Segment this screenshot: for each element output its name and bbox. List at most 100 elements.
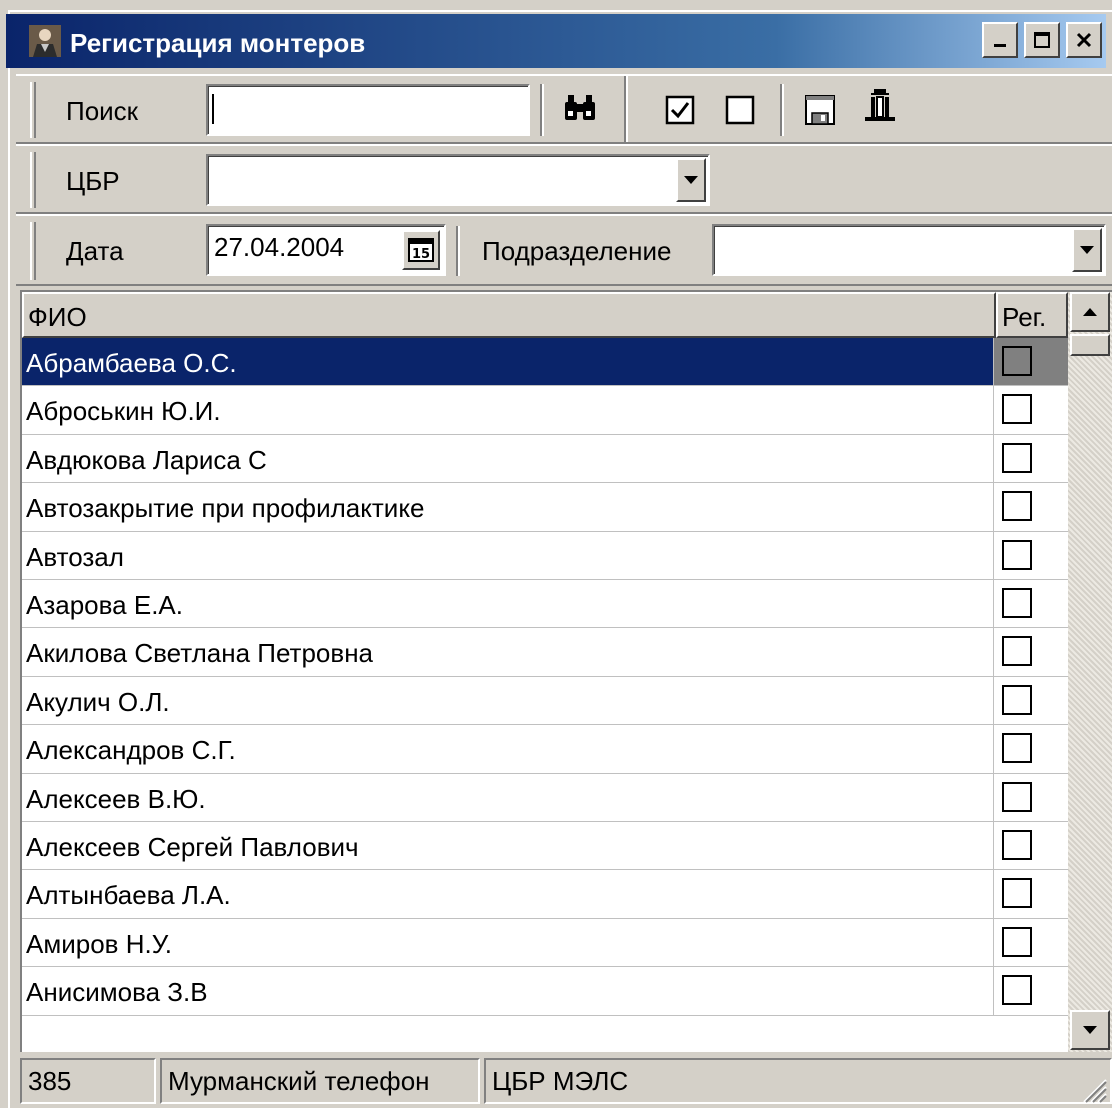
table-row[interactable]: Аброськин Ю.И.: [22, 386, 1068, 435]
reg-checkbox[interactable]: [1002, 442, 1032, 473]
fio-text: Авдюкова Лариса С: [26, 444, 267, 475]
scroll-up-button[interactable]: [1070, 292, 1110, 332]
reg-cell[interactable]: [994, 435, 1068, 484]
reg-cell[interactable]: [994, 338, 1068, 387]
monters-grid[interactable]: ФИО Рег. Абрамбаева О.С. Аброськин Ю.И. Ав…: [20, 290, 1112, 1052]
fio-cell[interactable]: Аброськин Ю.И.: [22, 386, 994, 435]
reg-checkbox[interactable]: [1002, 975, 1032, 1006]
cbr-label: ЦБР: [66, 166, 120, 196]
table-row[interactable]: Абрамбаева О.С.: [22, 338, 1068, 387]
fio-cell[interactable]: Александров С.Г.: [22, 725, 994, 774]
fio-text: Амиров Н.У.: [26, 928, 172, 959]
fio-cell[interactable]: Автозал: [22, 531, 994, 580]
chevron-up-icon: [1083, 308, 1097, 316]
subdivision-select[interactable]: [712, 224, 1106, 276]
column-header-fio[interactable]: ФИО: [22, 292, 996, 338]
save-icon[interactable]: [800, 90, 840, 130]
reg-cell[interactable]: [994, 967, 1068, 1016]
maximize-button[interactable]: [1024, 22, 1060, 58]
reg-checkbox[interactable]: [1002, 781, 1032, 812]
fio-cell[interactable]: Алтынбаева Л.А.: [22, 870, 994, 919]
reg-cell[interactable]: [994, 580, 1068, 629]
reg-cell[interactable]: [994, 870, 1068, 919]
reg-checkbox[interactable]: [1002, 830, 1032, 860]
separator: [624, 76, 628, 142]
table-row[interactable]: Амиров Н.У.: [22, 918, 1068, 968]
reg-checkbox[interactable]: [1002, 878, 1032, 909]
fio-cell[interactable]: Азарова Е.А.: [22, 580, 994, 629]
text-caret: [212, 94, 214, 124]
table-row[interactable]: Азарова Е.А.: [22, 580, 1068, 629]
subdivision-label: Подразделение: [482, 236, 672, 266]
table-row[interactable]: Акилова Светлана Петровна: [22, 628, 1068, 677]
reg-cell[interactable]: [994, 483, 1068, 532]
table-row[interactable]: Акулич О.Л.: [22, 676, 1068, 726]
fio-cell[interactable]: Автозакрытие при профилактике: [22, 483, 994, 532]
reg-checkbox[interactable]: [1002, 539, 1032, 570]
binoculars-icon[interactable]: [560, 88, 600, 128]
status-code-panel: 385: [20, 1058, 156, 1104]
checkbox-empty-icon[interactable]: [720, 90, 760, 130]
subdivision-dropdown-button[interactable]: [1072, 228, 1102, 272]
toolbar-grip[interactable]: [30, 82, 36, 138]
reg-checkbox[interactable]: [1002, 733, 1032, 764]
reg-cell[interactable]: [994, 532, 1068, 580]
checkbox-checked-icon[interactable]: [660, 90, 700, 130]
fio-cell[interactable]: Анисимова З.В: [22, 967, 994, 1016]
vertical-scrollbar[interactable]: [1068, 292, 1112, 1052]
table-row[interactable]: Автозал: [22, 531, 1068, 580]
toolbar-grip[interactable]: [30, 152, 36, 208]
fio-text: Автозал: [26, 541, 124, 572]
cbr-dropdown-button[interactable]: [676, 158, 706, 202]
table-row[interactable]: Алексеев В.Ю.: [22, 773, 1068, 822]
date-label: Дата: [66, 236, 124, 266]
fio-cell[interactable]: Акилова Светлана Петровна: [22, 628, 994, 677]
reg-cell[interactable]: [994, 677, 1068, 726]
separator: [540, 84, 544, 136]
calendar-icon: 15: [408, 238, 434, 262]
fio-cell[interactable]: Алексеев Сергей Павлович: [22, 822, 994, 871]
maximize-icon: [1034, 32, 1050, 48]
reg-checkbox[interactable]: [1002, 394, 1032, 425]
fio-text: Автозакрытие при профилактике: [26, 493, 425, 524]
minimize-button[interactable]: [982, 22, 1018, 58]
table-row[interactable]: Алексеев Сергей Павлович: [22, 822, 1068, 871]
reg-checkbox[interactable]: [1002, 684, 1032, 715]
reg-cell[interactable]: [994, 386, 1068, 435]
reg-cell[interactable]: [994, 725, 1068, 774]
table-row[interactable]: Александров С.Г.: [22, 725, 1068, 774]
cbr-select[interactable]: [206, 154, 710, 206]
exit-door-icon[interactable]: [860, 86, 900, 126]
column-header-reg[interactable]: Рег.: [996, 292, 1068, 338]
date-field[interactable]: 27.04.2004 15: [206, 224, 446, 276]
reg-cell[interactable]: [994, 628, 1068, 677]
app-icon[interactable]: [28, 24, 62, 58]
reg-checkbox[interactable]: [1002, 926, 1032, 957]
reg-cell[interactable]: [994, 919, 1068, 968]
close-button[interactable]: [1066, 22, 1102, 58]
close-icon: [1076, 32, 1092, 48]
reg-checkbox[interactable]: [1002, 491, 1032, 522]
reg-cell[interactable]: [994, 822, 1068, 871]
fio-cell[interactable]: Авдюкова Лариса С: [22, 434, 994, 484]
table-row[interactable]: Алтынбаева Л.А.: [22, 870, 1068, 919]
resize-grip-icon[interactable]: [1078, 1074, 1108, 1104]
table-row[interactable]: Автозакрытие при профилактике: [22, 483, 1068, 532]
scroll-down-button[interactable]: [1070, 1010, 1110, 1050]
reg-checkbox[interactable]: [1002, 588, 1032, 618]
search-input[interactable]: [206, 84, 530, 136]
fio-text: Абрамбаева О.С.: [26, 348, 237, 378]
reg-cell[interactable]: [994, 774, 1068, 822]
reg-checkbox[interactable]: [1002, 346, 1032, 376]
fio-text: Александров С.Г.: [26, 735, 236, 766]
reg-checkbox[interactable]: [1002, 636, 1032, 667]
table-row[interactable]: Анисимова З.В: [22, 967, 1068, 1016]
table-row[interactable]: Авдюкова Лариса С: [22, 434, 1068, 484]
calendar-button[interactable]: 15: [402, 230, 440, 270]
fio-cell[interactable]: Абрамбаева О.С.: [22, 338, 994, 387]
fio-cell[interactable]: Акулич О.Л.: [22, 676, 994, 726]
scroll-thumb[interactable]: [1070, 334, 1110, 356]
toolbar-grip[interactable]: [30, 222, 36, 280]
fio-cell[interactable]: Амиров Н.У.: [22, 918, 994, 968]
fio-cell[interactable]: Алексеев В.Ю.: [22, 773, 994, 822]
